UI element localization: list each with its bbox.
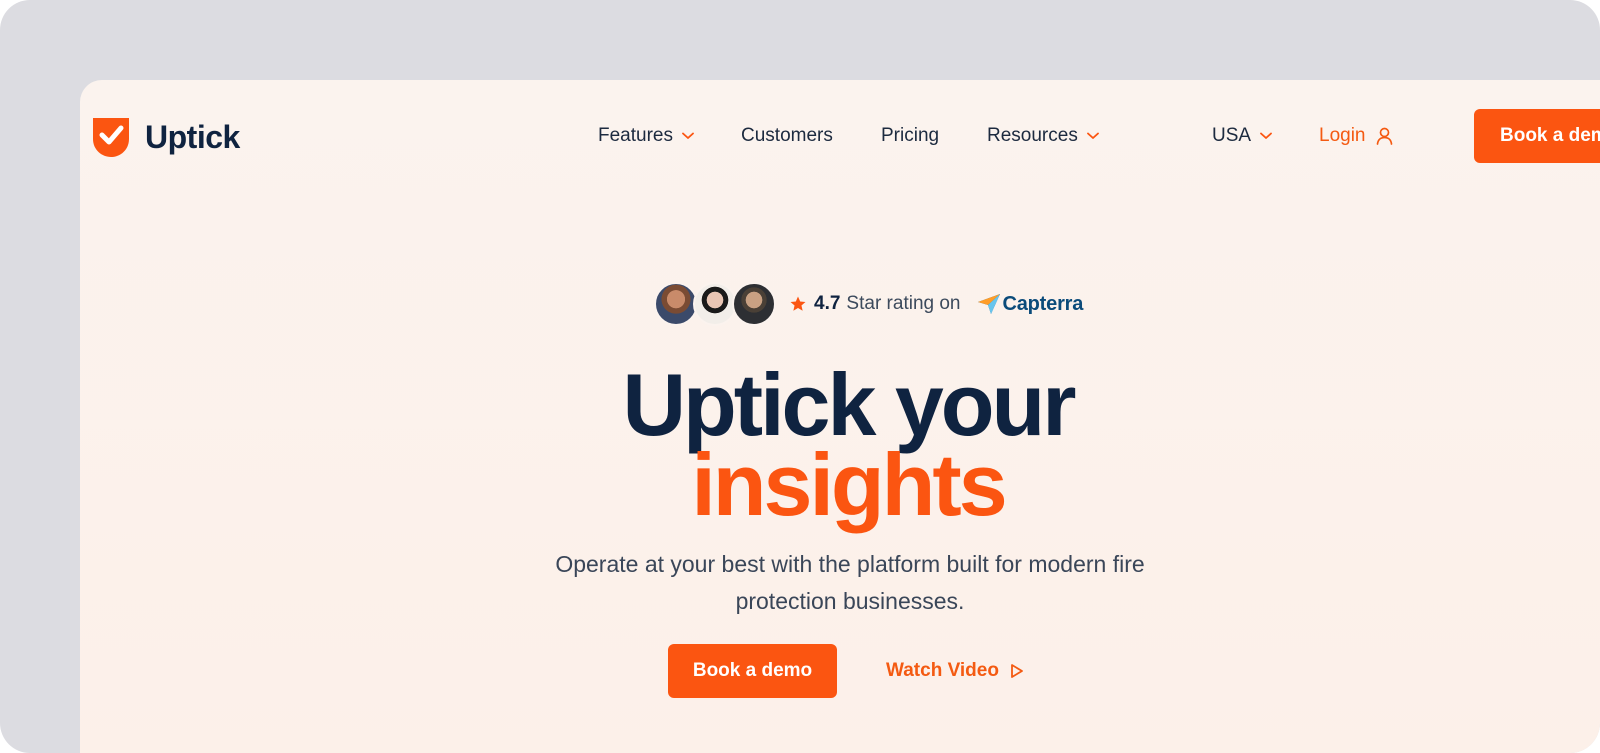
region-label: USA (1212, 125, 1252, 146)
star-icon (790, 296, 806, 311)
nav-resources[interactable]: Resources (987, 125, 1099, 147)
capterra-logo[interactable]: Capterra (977, 292, 1084, 316)
avatar (693, 282, 737, 326)
nav-customers[interactable]: Customers (741, 125, 833, 147)
rating-bar: 4.7 Star rating on Capterra (654, 280, 1083, 328)
nav-pricing-label: Pricing (881, 125, 940, 146)
hero-subtitle: Operate at your best with the platform b… (555, 551, 1145, 614)
nav-pricing[interactable]: Pricing (881, 125, 939, 147)
login-link[interactable]: Login (1319, 125, 1393, 147)
browser-frame: Uptick Features Customers Pricing Resour… (0, 0, 1600, 753)
book-demo-button[interactable]: Book a demo (668, 644, 837, 698)
user-icon (1376, 127, 1392, 145)
hero-title-line2: insights (691, 435, 1007, 534)
nav-features[interactable]: Features (598, 125, 694, 147)
web-page: Uptick Features Customers Pricing Resour… (80, 80, 1600, 753)
nav-features-label: Features (598, 125, 673, 146)
region-selector[interactable]: USA (1212, 125, 1272, 147)
nav-resources-label: Resources (987, 125, 1078, 146)
chevron-down-icon (682, 132, 694, 139)
chevron-down-icon (1260, 132, 1272, 139)
chevron-down-icon (1086, 132, 1099, 139)
play-icon (1011, 664, 1023, 678)
site-logo[interactable]: Uptick (91, 115, 240, 159)
rating-text: Star rating on (846, 293, 961, 314)
avatar (654, 282, 698, 326)
book-demo-nav-button[interactable]: Book a demo (1474, 109, 1600, 163)
uptick-logo-icon (93, 118, 129, 157)
watch-video-label: Watch Video (886, 660, 999, 681)
login-label: Login (1319, 125, 1366, 146)
watch-video-button[interactable]: Watch Video (886, 660, 1024, 682)
avatar (732, 282, 776, 326)
logo-wordmark: Uptick (145, 118, 240, 155)
capterra-wordmark: Capterra (1002, 292, 1084, 315)
nav-customers-label: Customers (741, 125, 833, 146)
customer-avatars (654, 282, 776, 326)
capterra-logo-icon (977, 294, 1000, 314)
rating-value: 4.7 (814, 293, 841, 314)
